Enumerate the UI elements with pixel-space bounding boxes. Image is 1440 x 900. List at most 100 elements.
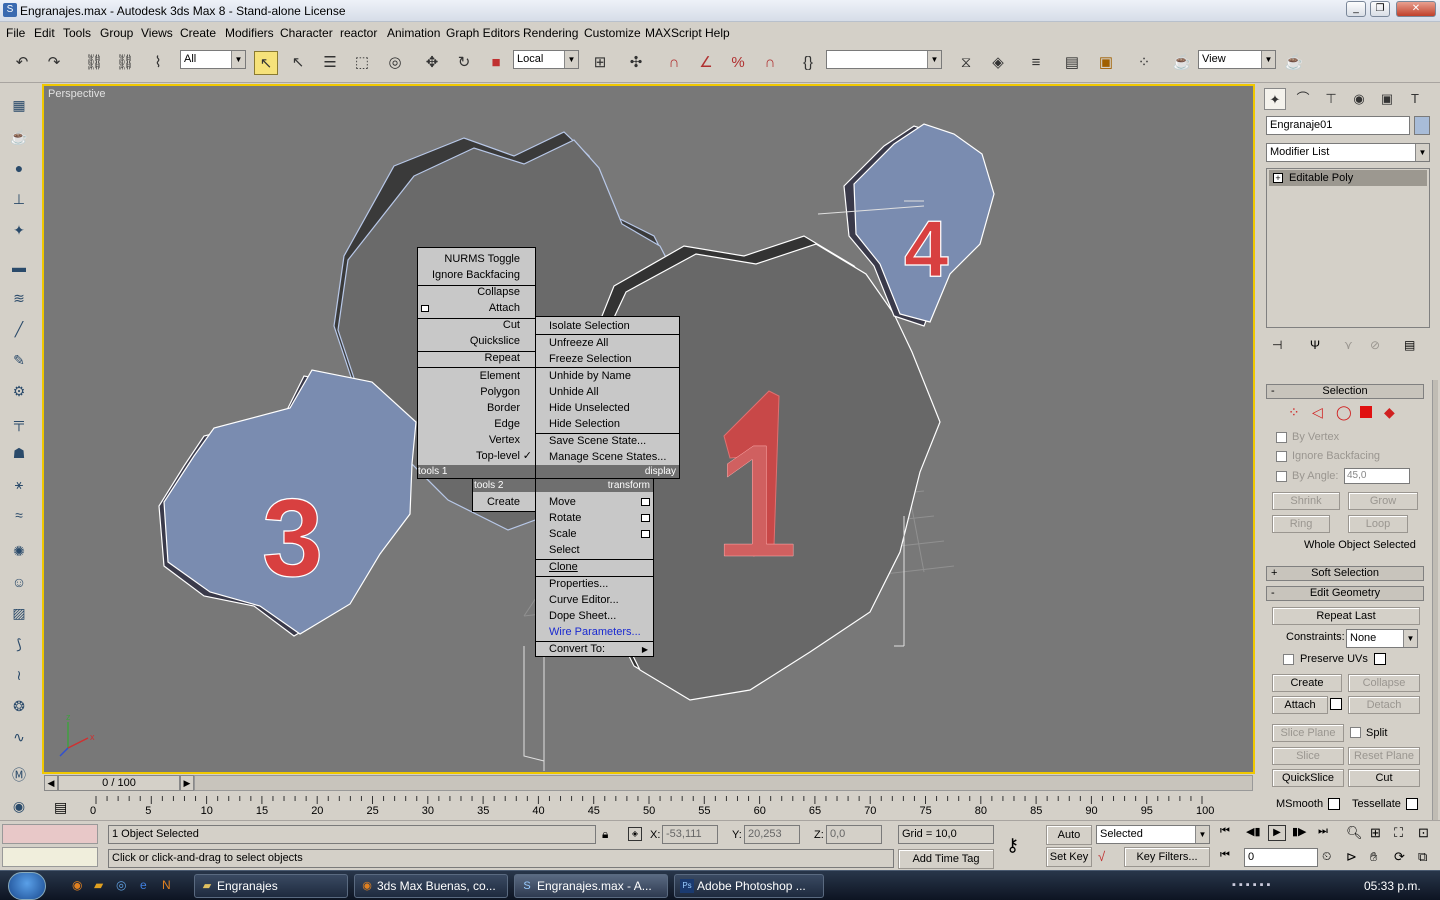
start-button[interactable] xyxy=(8,872,46,900)
snap-3-icon[interactable]: ∩ xyxy=(662,51,686,75)
qm-scale[interactable]: Scale xyxy=(549,526,577,542)
key-icon[interactable]: ⚷ xyxy=(1006,835,1019,856)
create-hair-icon[interactable]: ⟆ xyxy=(8,633,30,655)
qm-top-level[interactable]: Top-level xyxy=(476,448,520,464)
detach-button[interactable]: Detach xyxy=(1348,696,1420,714)
qm-rotate-settings-icon[interactable] xyxy=(641,514,650,522)
panel-scrollbar[interactable] xyxy=(1432,380,1438,820)
create-rope-icon[interactable]: ∿ xyxy=(8,726,30,748)
key-mode-toggle-icon[interactable]: ⏮ xyxy=(1220,849,1230,862)
qm-cut[interactable]: Cut xyxy=(503,317,520,333)
slice-button[interactable]: Slice xyxy=(1272,747,1344,765)
menu-character[interactable]: Character xyxy=(280,26,333,40)
collapse-button[interactable]: Collapse xyxy=(1348,674,1420,692)
utilities-tab-icon[interactable]: T xyxy=(1404,88,1426,110)
create-shape-icon[interactable]: ▬ xyxy=(8,256,30,278)
named-selection-dropdown[interactable]: ▼ xyxy=(826,50,942,69)
create-teapot-icon[interactable]: ☕ xyxy=(8,126,30,148)
menu-group[interactable]: Group xyxy=(100,26,133,40)
zoom-extents-icon[interactable]: ⛶ xyxy=(1394,825,1403,841)
zoom-all-icon[interactable]: ⊞ xyxy=(1370,825,1381,841)
create-box-icon[interactable]: ▦ xyxy=(8,94,30,116)
create-camera-icon[interactable]: ╱ xyxy=(8,318,30,340)
qm-quickslice[interactable]: Quickslice xyxy=(470,333,520,349)
zoom-extents-all-icon[interactable]: ⊡ xyxy=(1418,825,1429,841)
loop-button[interactable]: Loop xyxy=(1348,515,1408,533)
tessellate-button[interactable]: Tessellate xyxy=(1352,798,1401,810)
menu-animation[interactable]: Animation xyxy=(387,26,440,40)
make-unique-icon[interactable]: ⋎ xyxy=(1344,338,1353,352)
qm-unfreeze-all[interactable]: Unfreeze All xyxy=(549,335,608,351)
menu-views[interactable]: Views xyxy=(141,26,173,40)
qm-properties[interactable]: Properties... xyxy=(549,576,608,592)
qm-polygon[interactable]: Polygon xyxy=(480,384,520,400)
menu-file[interactable]: File xyxy=(6,26,25,40)
render-type-dropdown[interactable]: View ▼ xyxy=(1198,50,1276,69)
hierarchy-tab-icon[interactable]: ⊤ xyxy=(1320,88,1342,110)
create-plane-icon[interactable]: ⊥ xyxy=(8,188,30,210)
track-bar[interactable]: ▤ 0 5 10 15 20 25 30 35 40 45 50 55 60 65 70 75 80 85 90 95… xyxy=(42,796,1255,820)
create-gear-icon[interactable]: ⚙ xyxy=(8,380,30,402)
show-end-result-icon[interactable]: Ψ xyxy=(1310,338,1320,352)
menu-modifiers[interactable]: Modifiers xyxy=(225,26,274,40)
qm-border[interactable]: Border xyxy=(487,400,520,416)
qm-hide-selection[interactable]: Hide Selection xyxy=(549,416,620,432)
by-angle-spinner[interactable]: 45,0 xyxy=(1344,468,1410,484)
curve-editor-icon[interactable]: ▤ xyxy=(1060,51,1084,75)
mirror-icon[interactable]: ⧖ xyxy=(954,51,978,75)
selection-rollout[interactable]: - Selection xyxy=(1266,384,1424,399)
qm-move[interactable]: Move xyxy=(549,494,576,510)
create-light-icon[interactable]: ≋ xyxy=(8,287,30,309)
menu-tools[interactable]: Tools xyxy=(63,26,91,40)
task-3dsmax[interactable]: S Engranajes.max - A... xyxy=(514,874,668,898)
attach-list-icon[interactable] xyxy=(1330,698,1342,710)
qm-clone[interactable]: Clone xyxy=(549,559,578,575)
qm-unhide-all[interactable]: Unhide All xyxy=(549,384,599,400)
split-checkbox[interactable] xyxy=(1350,727,1361,738)
stack-item-editable-poly[interactable]: + Editable Poly xyxy=(1269,170,1427,186)
grow-button[interactable]: Grow xyxy=(1348,492,1418,510)
create-biped-icon[interactable]: ☗ xyxy=(8,442,30,464)
percent-snap-icon[interactable]: % xyxy=(726,51,750,75)
create-wave-icon[interactable]: ≈ xyxy=(8,504,30,526)
slice-plane-button[interactable]: Slice Plane xyxy=(1272,724,1344,742)
create-helper-icon[interactable]: ✎ xyxy=(8,349,30,371)
fov-icon[interactable]: ⊳ xyxy=(1346,849,1357,865)
select-by-name-icon[interactable]: ↖ xyxy=(286,51,310,75)
material-editor-icon[interactable]: ⁘ xyxy=(1132,51,1156,75)
set-key-button[interactable]: Set Key xyxy=(1046,847,1092,867)
soft-selection-rollout[interactable]: + Soft Selection xyxy=(1266,566,1424,581)
manipulate-icon[interactable]: ✣ xyxy=(624,51,648,75)
time-config-icon[interactable]: ⏲ xyxy=(1322,849,1331,864)
x-coordinate[interactable]: -53,111 xyxy=(662,825,718,844)
attach-button[interactable]: Attach xyxy=(1272,696,1328,714)
motion-tab-icon[interactable]: ◉ xyxy=(1348,88,1370,110)
qm-vertex[interactable]: Vertex xyxy=(489,432,520,448)
qm-ignore-backfacing[interactable]: Ignore Backfacing xyxy=(432,267,520,283)
modifier-list-dropdown[interactable]: Modifier List ▼ xyxy=(1266,143,1430,162)
menu-create[interactable]: Create xyxy=(180,26,216,40)
qm-collapse[interactable]: Collapse xyxy=(477,284,520,300)
menu-edit[interactable]: Edit xyxy=(34,26,55,40)
reactor-icon[interactable]: ◉ xyxy=(8,795,30,817)
bind-spacewarp-icon[interactable]: ⌇ xyxy=(146,51,170,75)
by-vertex-checkbox[interactable] xyxy=(1276,432,1287,443)
prev-frame-icon[interactable]: ◀ xyxy=(44,775,58,791)
create-fx-icon[interactable]: ✺ xyxy=(8,540,30,562)
menu-maxscript[interactable]: MAXScript xyxy=(645,26,702,40)
next-key-icon[interactable]: ▮▶ xyxy=(1292,825,1307,838)
create-tab-icon[interactable]: ✦ xyxy=(1264,88,1286,110)
window-crossing-icon[interactable]: ◎ xyxy=(383,51,407,75)
by-angle-checkbox[interactable] xyxy=(1276,471,1287,482)
qm-wire-parameters[interactable]: Wire Parameters... xyxy=(549,624,641,640)
vertex-mode-icon[interactable]: ⁘ xyxy=(1288,404,1300,421)
object-name-field[interactable]: Engranaje01 xyxy=(1266,116,1410,135)
time-slider[interactable]: ◀ 0 / 100 ▶ xyxy=(42,774,1255,796)
create-button[interactable]: Create xyxy=(1272,674,1342,692)
pan-icon[interactable]: ✋︎ xyxy=(1370,849,1377,865)
default-in-out-icon[interactable]: √ xyxy=(1098,849,1105,864)
create-character-icon[interactable]: ☺ xyxy=(8,571,30,593)
next-frame-icon[interactable]: ▶ xyxy=(180,775,194,791)
goto-start-icon[interactable]: ⏮ xyxy=(1220,825,1230,838)
qm-nurms-toggle[interactable]: NURMS Toggle xyxy=(444,251,520,267)
